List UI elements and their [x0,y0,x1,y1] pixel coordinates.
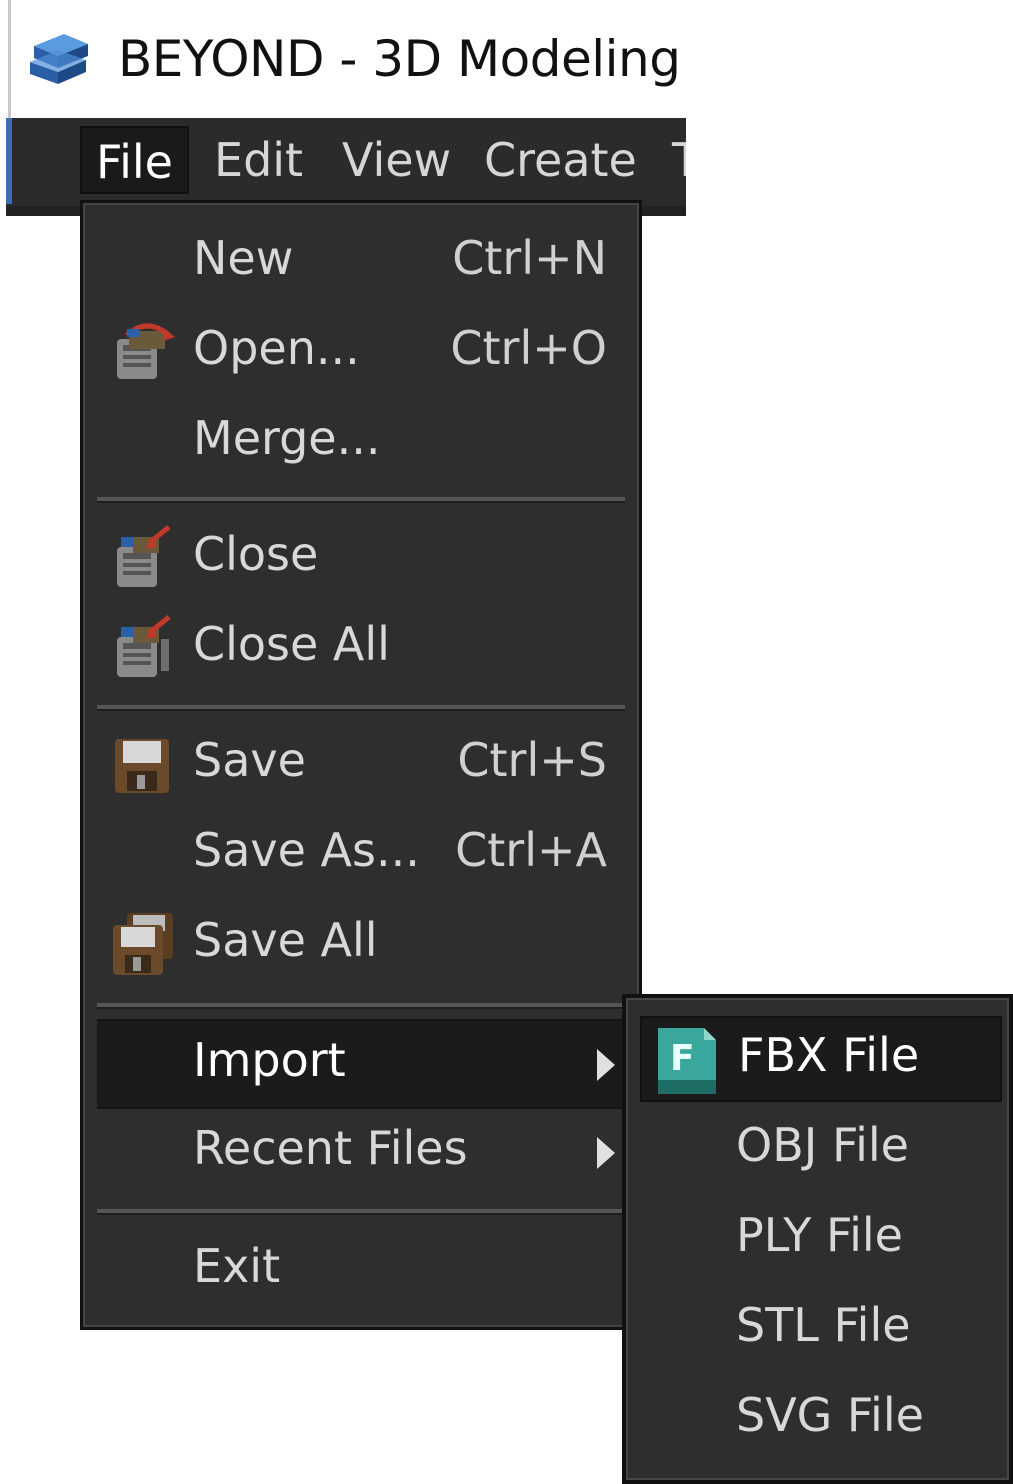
file-menu-dropdown: New Ctrl+N Open... Ctrl+O Merge... Close… [80,200,642,1330]
menu-item-save[interactable]: Save Ctrl+S [97,721,625,807]
submenu-item-fbx[interactable]: F FBX File [640,1016,1002,1102]
menu-item-shortcut: Ctrl+N [452,231,607,285]
fbx-file-icon: F [658,1028,716,1094]
window-accent-edge [6,118,12,204]
submenu-item-ply[interactable]: PLY File [640,1196,1002,1282]
menu-truncated[interactable]: T [672,126,686,194]
menu-item-open[interactable]: Open... Ctrl+O [97,309,625,395]
menu-item-close[interactable]: Close [97,515,625,601]
menu-item-label: Exit [193,1239,281,1293]
title-bar: BEYOND - 3D Modeling [0,0,690,118]
menu-item-exit[interactable]: Exit [97,1227,625,1313]
menu-item-label: Save All [193,913,378,967]
menu-item-label: Close [193,527,319,581]
submenu-item-stl[interactable]: STL File [640,1286,1002,1372]
submenu-item-label: SVG File [736,1388,924,1442]
menu-item-save-all[interactable]: Save All [97,901,625,987]
menu-item-recent-files[interactable]: Recent Files [97,1109,625,1195]
menu-item-label: Save [193,733,306,787]
menu-separator [97,497,625,503]
menu-file[interactable]: File [80,126,189,194]
submenu-item-obj[interactable]: OBJ File [640,1106,1002,1192]
floppy-disk-icon [115,739,169,793]
menu-item-shortcut: Ctrl+A [455,823,607,877]
window-edge [8,0,11,118]
menu-item-shortcut: Ctrl+S [457,733,607,787]
menu-item-label: Recent Files [193,1121,468,1175]
svg-text:F: F [670,1038,695,1079]
submenu-item-svg[interactable]: SVG File [640,1376,1002,1462]
save-all-icon [113,913,173,975]
menu-view[interactable]: View [342,126,451,194]
menu-item-merge[interactable]: Merge... [97,399,625,485]
window-title: BEYOND - 3D Modeling [118,30,681,88]
menu-item-label: Merge... [193,411,381,465]
menu-item-label: Save As... [193,823,420,877]
menu-item-import[interactable]: Import [97,1019,625,1109]
submenu-arrow-icon [597,1049,615,1081]
submenu-arrow-icon [597,1137,615,1169]
menu-item-close-all[interactable]: Close All [97,605,625,691]
menu-item-label: New [193,231,294,285]
menu-edit[interactable]: Edit [214,126,303,194]
submenu-item-label: STL File [736,1298,911,1352]
menu-separator [97,1003,625,1009]
menu-separator [97,1209,625,1215]
menu-item-new[interactable]: New Ctrl+N [97,219,625,305]
close-all-icon [117,615,171,677]
submenu-item-label: PLY File [736,1208,903,1262]
open-folder-icon [117,323,175,379]
menu-item-save-as[interactable]: Save As... Ctrl+A [97,811,625,897]
menu-item-label: Import [193,1033,346,1087]
submenu-item-label: OBJ File [736,1118,909,1172]
menu-item-label: Close All [193,617,390,671]
beyond-logo-icon [30,34,88,84]
menu-create[interactable]: Create [484,126,637,194]
menu-item-shortcut: Ctrl+O [450,321,607,375]
submenu-item-label: FBX File [738,1028,920,1082]
menu-separator [97,705,625,711]
close-file-icon [117,525,171,587]
import-submenu: F FBX File OBJ File PLY File STL File SV… [622,994,1013,1484]
menu-item-label: Open... [193,321,360,375]
